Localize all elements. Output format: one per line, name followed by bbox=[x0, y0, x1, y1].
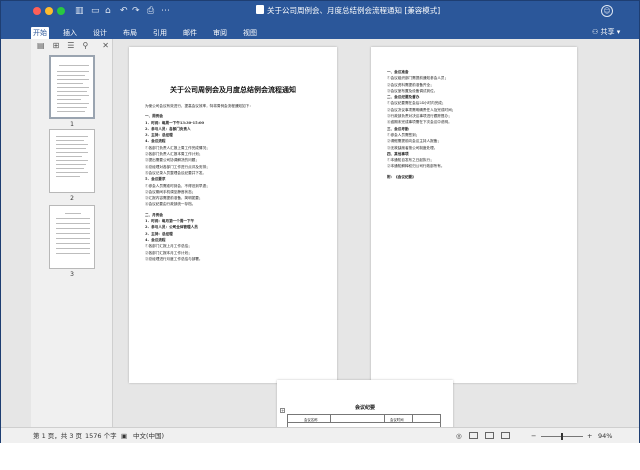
web-layout-icon[interactable] bbox=[501, 432, 510, 439]
language-indicator[interactable]: 中文(中国) bbox=[133, 431, 164, 441]
share-label: 共享 bbox=[600, 28, 615, 36]
sidebar-icon[interactable]: ▥ bbox=[75, 6, 84, 16]
tab-insert[interactable]: 插入 bbox=[61, 27, 79, 39]
share-button[interactable]: ⚇ 共享 ▾ bbox=[592, 26, 620, 38]
tab-home[interactable]: 开始 bbox=[31, 27, 49, 39]
page-3-title: 会议纪要 bbox=[354, 405, 375, 411]
undo-icon[interactable]: ↶ bbox=[120, 6, 128, 16]
focus-icon[interactable]: ◎ bbox=[456, 431, 462, 441]
navigation-pane: ▤ ⊞ ☰ ⚲ ✕ 1 2 3 bbox=[31, 39, 113, 427]
document-paragraph: ③总经理进行月度工作总结与部署。 bbox=[145, 256, 203, 261]
outline-icon[interactable]: ⊞ bbox=[53, 40, 60, 52]
zoom-percentage[interactable]: 94% bbox=[598, 431, 612, 441]
proofing-icon[interactable]: ▣ bbox=[121, 431, 127, 441]
print-icon[interactable]: ⎙ bbox=[147, 6, 154, 16]
document-page-2[interactable]: 一、会议准备 ①会议组织部门需提前通知参会人员； ②会议资料需提前准备齐全； ③会议室… bbox=[371, 47, 577, 383]
word-count[interactable]: 1576 个字 bbox=[85, 431, 117, 441]
page-thumbnail-1[interactable] bbox=[49, 55, 95, 119]
close-window-button[interactable] bbox=[33, 7, 41, 15]
tab-mailings[interactable]: 邮件 bbox=[181, 27, 199, 39]
close-icon[interactable]: ✕ bbox=[102, 40, 109, 52]
zoom-in-button[interactable]: + bbox=[587, 431, 592, 441]
window-title-text: 关于公司周例会、月度总结例会流程通知 [兼容模式] bbox=[267, 6, 441, 15]
document-paragraph: 附：《会议纪要》 bbox=[387, 174, 416, 179]
page-count[interactable]: 第 1 页，共 3 页 bbox=[33, 431, 82, 441]
zoom-window-button[interactable] bbox=[57, 7, 65, 15]
read-mode-icon[interactable] bbox=[469, 432, 478, 439]
ribbon-tabs: 开始 插入 设计 布局 引用 邮件 审阅 视图 bbox=[31, 27, 271, 39]
more-icon[interactable]: ⋯ bbox=[161, 6, 170, 16]
navigation-toolbar: ▤ ⊞ ☰ ⚲ ✕ bbox=[31, 39, 113, 53]
chevron-down-icon: ▾ bbox=[616, 28, 621, 36]
document-icon bbox=[256, 5, 264, 14]
headings-icon[interactable]: ☰ bbox=[67, 40, 74, 52]
thumbnail-page-number: 2 bbox=[70, 195, 74, 202]
status-bar: 第 1 页，共 3 页 1576 个字 ▣ 中文(中国) ◎ − + 94% bbox=[1, 427, 639, 443]
page-1-body: 为使公司会议有效进行，提高会议效率，特将周例会流程通知如下： 一、周例会 1．时间：… bbox=[145, 103, 321, 262]
home-icon[interactable]: ⌂ bbox=[105, 6, 111, 16]
title-bar: ▥ ▭ ⌂ ↶ ↷ ⎙ ⋯ 关于公司周例会、月度总结例会流程通知 [兼容模式] … bbox=[1, 1, 639, 39]
tab-review[interactable]: 审阅 bbox=[211, 27, 229, 39]
minimize-window-button[interactable] bbox=[45, 7, 53, 15]
page-2-body: 一、会议准备 ①会议组织部门需提前通知参会人员； ②会议资料需提前准备齐全； ③会议室… bbox=[387, 69, 561, 180]
feedback-smiley-icon[interactable]: ☺ bbox=[601, 5, 613, 17]
thumbnails-icon[interactable]: ▤ bbox=[37, 40, 45, 52]
tab-references[interactable]: 引用 bbox=[151, 27, 169, 39]
tab-layout[interactable]: 布局 bbox=[121, 27, 139, 39]
document-page-1[interactable]: 关于公司周例会及月度总结例会流程通知 为使公司会议有效进行，提高会议效率，特将周… bbox=[129, 47, 337, 383]
meeting-minutes-table[interactable]: 会议名称 会议时间 bbox=[287, 414, 441, 427]
zoom-slider-knob[interactable] bbox=[561, 433, 563, 440]
window-title: 关于公司周例会、月度总结例会流程通知 [兼容模式] bbox=[256, 5, 546, 17]
desktop-background bbox=[0, 443, 640, 470]
tab-view[interactable]: 视图 bbox=[241, 27, 259, 39]
zoom-out-button[interactable]: − bbox=[531, 431, 536, 441]
search-icon[interactable]: ⚲ bbox=[82, 40, 88, 52]
thumbnail-page-number: 3 bbox=[70, 271, 74, 278]
page-thumbnail-3[interactable] bbox=[49, 205, 95, 269]
thumbnail-page-number: 1 bbox=[70, 121, 74, 128]
tab-design[interactable]: 设计 bbox=[91, 27, 109, 39]
document-canvas[interactable]: 关于公司周例会及月度总结例会流程通知 为使公司会议有效进行，提高会议效率，特将周… bbox=[114, 39, 639, 427]
document-page-3[interactable]: + 会议纪要 会议名称 会议时间 bbox=[277, 380, 453, 427]
redo-icon[interactable]: ↷ bbox=[132, 6, 140, 16]
person-icon: ⚇ bbox=[592, 28, 599, 36]
print-layout-icon[interactable] bbox=[485, 432, 494, 439]
page-thumbnail-2[interactable] bbox=[49, 129, 95, 193]
save-icon[interactable]: ▭ bbox=[91, 6, 100, 16]
document-title: 关于公司周例会及月度总结例会流程通知 bbox=[170, 85, 296, 94]
word-window: ▥ ▭ ⌂ ↶ ↷ ⎙ ⋯ 关于公司周例会、月度总结例会流程通知 [兼容模式] … bbox=[0, 0, 640, 470]
